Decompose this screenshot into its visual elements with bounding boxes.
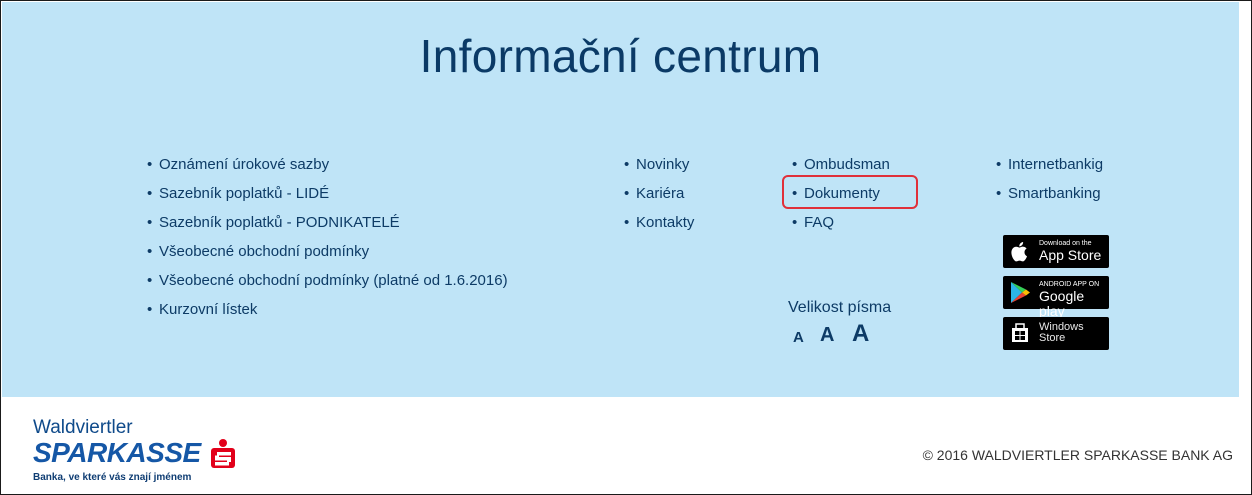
banking-link-list: • Internetbankig • Smartbanking	[996, 155, 1103, 213]
app-store-badge[interactable]: Download on the App Store	[1003, 235, 1109, 268]
apple-icon	[1011, 242, 1027, 262]
link-label: Kurzovní lístek	[159, 301, 258, 318]
info-center-panel: Informační centrum • Oznámení úrokové saz…	[2, 2, 1239, 397]
sparkasse-s-logo-icon	[211, 439, 235, 468]
link-label: Všeobecné obchodní podmínky (platné od 1…	[159, 272, 508, 289]
windows-store-icon	[1012, 323, 1028, 342]
link-faq[interactable]: • FAQ	[792, 213, 890, 242]
link-label: Sazebník poplatků - LIDÉ	[159, 185, 330, 202]
link-label: Novinky	[636, 156, 690, 173]
link-terms-2016[interactable]: • Všeobecné obchodní podmínky (platné od …	[147, 271, 508, 300]
link-label: Kontakty	[636, 214, 695, 231]
google-play-icon	[1011, 282, 1030, 303]
link-label: Ombudsman	[804, 156, 890, 173]
link-fees-business[interactable]: • Sazebník poplatků - PODNIKATELÉ	[147, 213, 508, 242]
font-size-small-button[interactable]: A	[793, 329, 804, 346]
link-news[interactable]: • Novinky	[624, 155, 694, 184]
link-label: Sazebník poplatků - PODNIKATELÉ	[159, 214, 400, 231]
link-exchange-rates[interactable]: • Kurzovní lístek	[147, 300, 508, 329]
link-internetbanking[interactable]: • Internetbankig	[996, 155, 1103, 184]
page-frame: Informační centrum • Oznámení úrokové saz…	[0, 0, 1252, 495]
font-size-label: Velikost písma	[788, 299, 892, 316]
link-smartbanking[interactable]: • Smartbanking	[996, 184, 1103, 213]
link-label: FAQ	[804, 214, 835, 231]
link-label: Všeobecné obchodní podmínky	[159, 243, 370, 260]
font-size-medium-button[interactable]: A	[820, 324, 834, 347]
logo-wordmark-brand: SPARKASSE	[33, 437, 201, 468]
copyright-text: © 2016 WALDVIERTLER SPARKASSE BANK AG	[922, 447, 1233, 463]
documents-highlight-box	[782, 175, 918, 209]
logo-wordmark-top: Waldviertler	[33, 417, 133, 438]
app-store-label: App Store	[1039, 247, 1102, 263]
link-label: Internetbankig	[1008, 156, 1104, 173]
link-fees-people[interactable]: • Sazebník poplatků - LIDÉ	[147, 184, 508, 213]
page-title: Informační centrum	[419, 30, 822, 82]
google-play-badge[interactable]: ANDROID APP ON Google play	[1003, 276, 1109, 319]
company-link-list: • Novinky • Kariéra • Kontakty	[624, 155, 694, 242]
link-careers[interactable]: • Kariéra	[624, 184, 694, 213]
windows-store-label: Windows Store	[1039, 321, 1084, 344]
link-label: Oznámení úrokové sazby	[159, 156, 330, 173]
windows-store-badge[interactable]: Windows Store	[1003, 317, 1109, 350]
documents-link-list: • Oznámení úrokové sazby • Sazebník poplat…	[147, 155, 508, 329]
google-play-label: Google play	[1039, 288, 1085, 319]
link-contacts[interactable]: • Kontakty	[624, 213, 694, 242]
link-label: Kariéra	[636, 185, 685, 202]
logo-tagline: Banka, ve které vás znají jménem	[33, 472, 192, 483]
link-interest-rate-notice[interactable]: • Oznámení úrokové sazby	[147, 155, 508, 184]
font-size-large-button[interactable]: A	[852, 320, 869, 348]
link-terms[interactable]: • Všeobecné obchodní podmínky	[147, 242, 508, 271]
link-label: Smartbanking	[1008, 185, 1101, 202]
